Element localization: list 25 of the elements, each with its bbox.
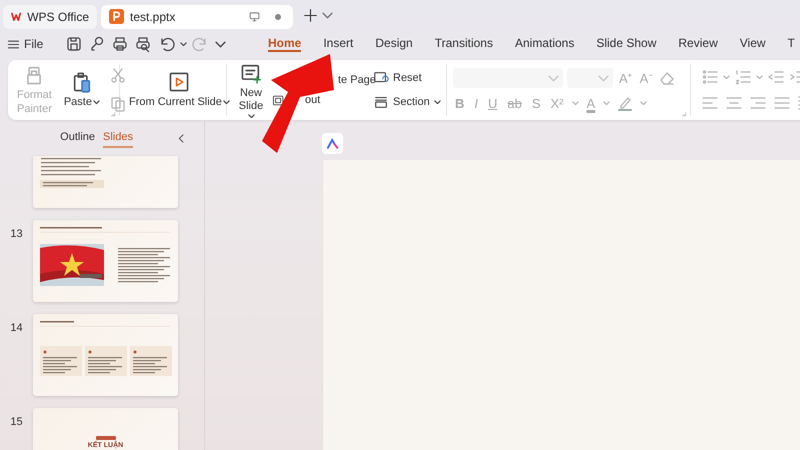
ribbon-tab[interactable]: Slide Show	[596, 36, 656, 52]
app-tab[interactable]: test.pptx	[101, 4, 293, 28]
slide-number: 15	[9, 415, 24, 428]
app-tab[interactable]: WPS Office	[3, 4, 97, 28]
tab-title: test.pptx	[130, 10, 176, 24]
ribbon-tab[interactable]: Review	[678, 36, 718, 52]
paste-button[interactable]: Paste	[60, 68, 103, 112]
ribbon-tab[interactable]: Design	[375, 36, 413, 52]
tab-title: WPS Office	[27, 10, 89, 24]
slide-number: 13	[9, 227, 24, 240]
ribbon-tab[interactable]: Insert	[323, 36, 354, 52]
ribbon-tab[interactable]: View	[740, 36, 766, 52]
slide-number: 14	[9, 321, 24, 334]
section-button[interactable]: Section	[371, 93, 443, 111]
file-menu-button[interactable]: File	[6, 36, 48, 52]
ribbon-tab[interactable]: Animations	[514, 36, 574, 52]
panel-tab[interactable]: Slides	[103, 128, 133, 148]
ribbon-tab[interactable]: Transitions	[434, 36, 493, 52]
duplicate-page-button[interactable]: te Page	[336, 73, 378, 87]
new-slide-button[interactable]: New Slide	[235, 60, 267, 120]
ribbon-tab[interactable]: T	[788, 36, 795, 52]
layout-button[interactable]: out	[303, 93, 322, 107]
ribbon-tab[interactable]: Home	[268, 36, 302, 52]
panel-tab[interactable]: Outline	[60, 128, 96, 148]
from-current-slide-button[interactable]: From Current Slide	[126, 68, 233, 112]
